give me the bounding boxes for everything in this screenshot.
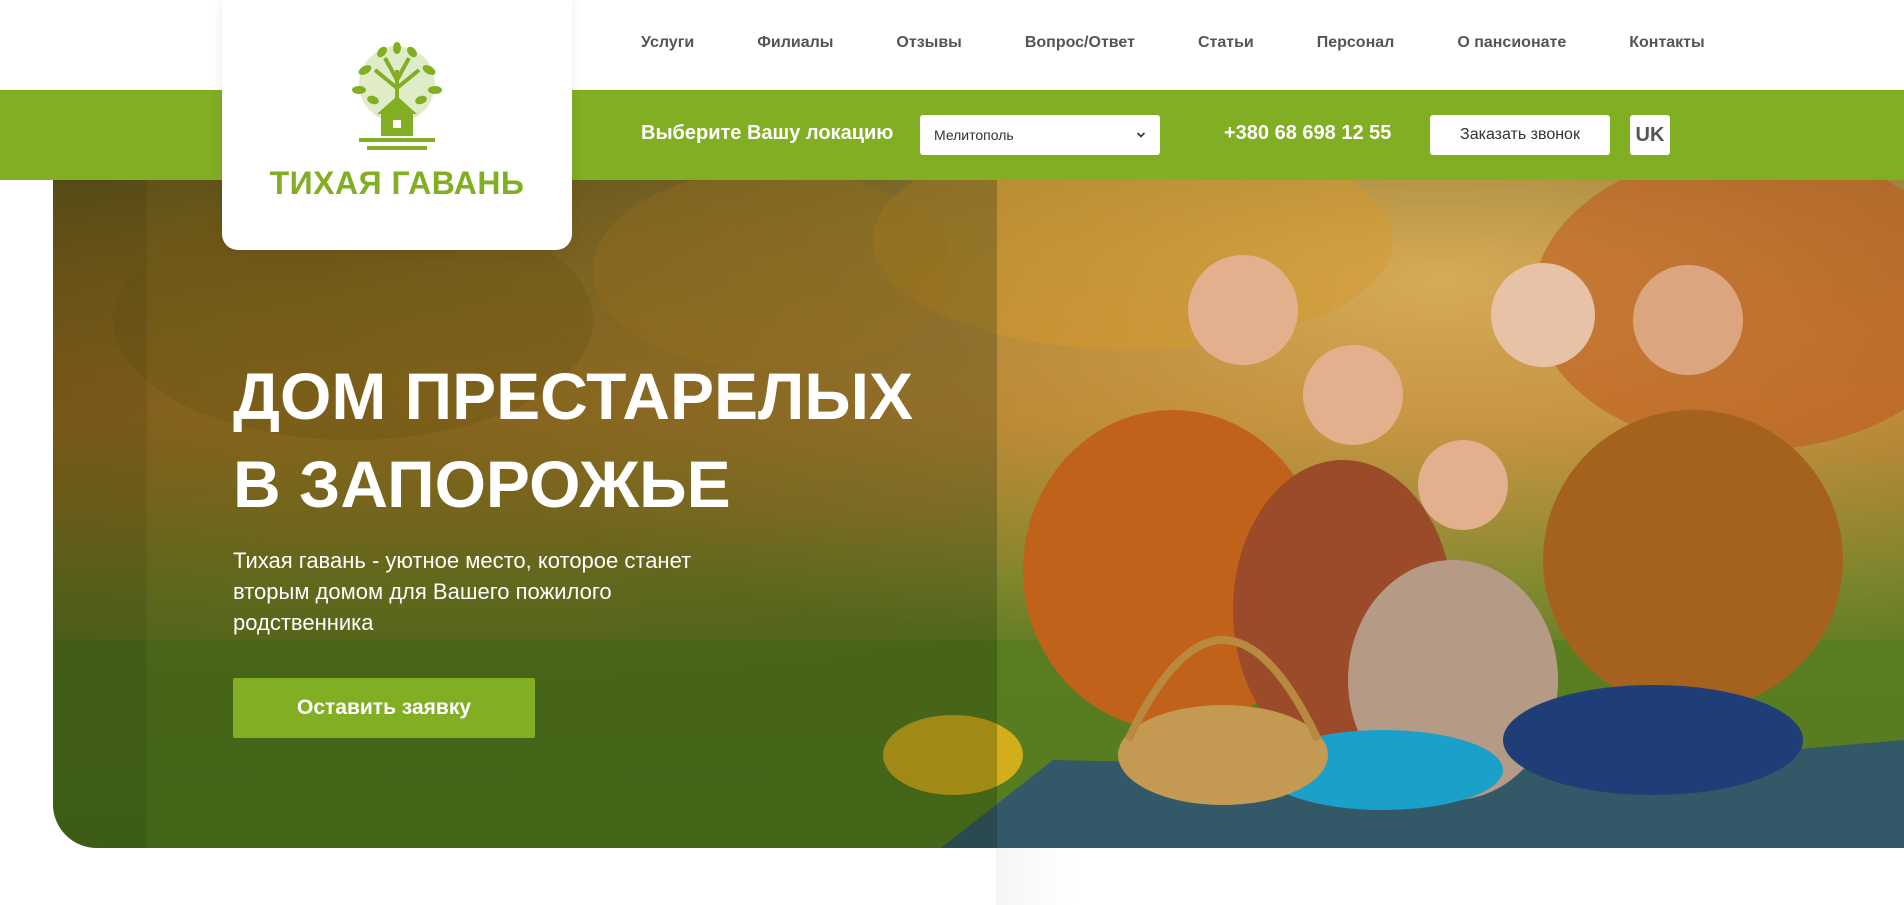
location-select-value: Мелитополь [934, 127, 1014, 143]
section-divider [996, 848, 1904, 905]
hero-title: ДОМ ПРЕСТАРЕЛЫХ В ЗАПОРОЖЬЕ [233, 352, 933, 528]
nav-item-branches[interactable]: Филиалы [757, 34, 833, 52]
hero-title-line1: ДОМ ПРЕСТАРЕЛЫХ [233, 359, 913, 433]
nav-item-articles[interactable]: Статьи [1198, 34, 1254, 52]
location-label: Выберите Вашу локацию [641, 122, 894, 144]
brand-name: ТИХАЯ ГАВАНЬ [269, 165, 525, 201]
hero-side-strip [53, 180, 147, 848]
nav-item-reviews[interactable]: Отзывы [896, 34, 961, 52]
location-select[interactable]: Мелитополь [920, 115, 1160, 155]
nav-item-services[interactable]: Услуги [641, 34, 694, 52]
nav-item-staff[interactable]: Персонал [1317, 34, 1395, 52]
nav-item-faq[interactable]: Вопрос/Ответ [1025, 34, 1135, 52]
phone-link[interactable]: +380 68 698 12 55 [1224, 122, 1391, 145]
hero-subtitle: Тихая гавань - уютное место, которое ста… [233, 548, 692, 635]
nav-item-about[interactable]: О пансионате [1457, 34, 1566, 52]
language-switch-button[interactable]: UK [1630, 115, 1670, 155]
nav-item-contacts[interactable]: Контакты [1629, 34, 1704, 52]
hero-title-line2: В ЗАПОРОЖЬЕ [233, 447, 731, 521]
submit-request-button[interactable]: Оставить заявку [233, 678, 535, 738]
tree-house-icon [352, 42, 442, 150]
page: Услуги Филиалы Отзывы Вопрос/Ответ Стать… [0, 0, 1904, 905]
logo-card[interactable]: ТИХАЯ ГАВАНЬ [222, 0, 572, 250]
order-call-button[interactable]: Заказать звонок [1430, 115, 1610, 155]
chevron-down-icon [1136, 132, 1146, 138]
main-menu: Услуги Филиалы Отзывы Вопрос/Ответ Стать… [641, 34, 1705, 52]
